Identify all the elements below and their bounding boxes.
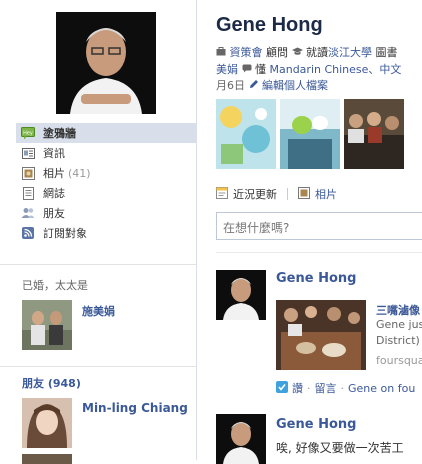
- school-prefix: 就讀: [302, 46, 328, 59]
- friends-section-title[interactable]: 朋友 (948): [22, 375, 81, 391]
- via-app-link[interactable]: Gene on fou: [348, 382, 415, 395]
- divider: [0, 264, 196, 265]
- friend-name-link[interactable]: Min-ling Chiang: [82, 401, 188, 415]
- birthday-text: 月6日: [216, 79, 245, 92]
- info-icon: [21, 146, 35, 160]
- photo-count: (41): [68, 166, 91, 180]
- like-link[interactable]: 讚: [292, 380, 303, 396]
- profile-name: Gene Hong: [216, 14, 323, 36]
- speech-bubble-icon: [242, 63, 252, 76]
- left-column: Hey 塗鴉牆 資訊 相片 (41) 網誌 朋友 訂閱對象 已婚，太太是 施美娟…: [0, 0, 196, 464]
- profile-nav: Hey 塗鴉牆 資訊 相片 (41) 網誌 朋友 訂閱對象: [16, 123, 196, 243]
- meta-dot: ·: [307, 381, 311, 395]
- friends-icon: [21, 206, 35, 220]
- foursquare-icon: [276, 380, 288, 396]
- profile-picture[interactable]: [56, 12, 156, 114]
- subscriptions-icon: [21, 226, 35, 240]
- spouse-link[interactable]: 美娟: [216, 63, 238, 76]
- story-text: 唉, 好像又要做一次苦工: [276, 441, 404, 455]
- story-author-name[interactable]: Gene Hong: [276, 271, 356, 286]
- friend-photo[interactable]: [22, 454, 72, 464]
- pencil-icon: [249, 79, 259, 92]
- checkin-description: District): [376, 334, 420, 347]
- publisher-tabs: 近況更新 相片: [216, 186, 337, 202]
- status-icon: [216, 186, 228, 202]
- graduation-cap-icon: [291, 46, 303, 59]
- nav-item-subscriptions[interactable]: 訂閱對象: [16, 223, 196, 243]
- photos-icon: [21, 166, 35, 180]
- story-meta: 讚 · 留言 · Gene on fou: [276, 380, 415, 396]
- checkin-photo[interactable]: [276, 300, 366, 370]
- work-role: 顧問: [262, 46, 292, 59]
- languages-prefix: 懂: [251, 63, 270, 76]
- column-divider: [196, 0, 197, 460]
- meta-dot: ·: [340, 381, 345, 395]
- friend-photo[interactable]: [22, 398, 72, 448]
- info-line-work: 資策會 顧問 就讀淡江大學 圖書: [216, 44, 398, 60]
- checkin-place-link[interactable]: 三嘴滷像: [376, 302, 420, 318]
- story-author-avatar[interactable]: [216, 270, 266, 320]
- checkin-description: Gene jus: [376, 318, 422, 331]
- tab-divider: [287, 188, 288, 200]
- photo-thumbnail[interactable]: [344, 99, 404, 169]
- wall-icon: Hey: [21, 126, 35, 140]
- info-line-birthday: 月6日 編輯個人檔案: [216, 77, 328, 93]
- tab-photo[interactable]: 相片: [298, 186, 337, 202]
- nav-label: 塗鴉牆: [43, 127, 76, 140]
- story-author-name[interactable]: Gene Hong: [276, 417, 356, 432]
- notes-icon: [21, 186, 35, 200]
- nav-item-notes[interactable]: 網誌: [16, 183, 196, 203]
- edit-profile-link[interactable]: 編輯個人檔案: [262, 79, 328, 92]
- photo-thumbnail[interactable]: [216, 99, 276, 169]
- photo-strip: [216, 99, 422, 169]
- nav-item-info[interactable]: 資訊: [16, 143, 196, 163]
- nav-label: 訂閱對象: [43, 227, 87, 240]
- partner-photo[interactable]: [22, 300, 72, 350]
- nav-item-photos[interactable]: 相片 (41): [16, 163, 196, 183]
- school-link[interactable]: 淡江大學: [328, 46, 372, 59]
- photo-tab-label: 相片: [315, 188, 337, 201]
- photo-icon: [298, 186, 310, 202]
- work-org-link[interactable]: 資策會: [230, 46, 263, 59]
- relationship-label: 已婚，太太是: [22, 279, 88, 292]
- nav-label: 網誌: [43, 187, 65, 200]
- tab-status-update[interactable]: 近況更新: [216, 186, 277, 202]
- comment-link[interactable]: 留言: [315, 380, 337, 396]
- nav-label: 朋友: [43, 207, 65, 220]
- svg-text:Hey: Hey: [23, 130, 33, 136]
- briefcase-icon: [216, 46, 226, 59]
- photo-thumbnail[interactable]: [280, 99, 340, 169]
- divider: [216, 252, 422, 253]
- nav-item-friends[interactable]: 朋友: [16, 203, 196, 223]
- info-line-languages: 美娟 懂 Mandarin Chinese、中文: [216, 61, 401, 77]
- status-tab-label: 近況更新: [233, 188, 277, 201]
- languages-link[interactable]: Mandarin Chinese、中文: [270, 63, 402, 76]
- checkin-source: foursqua: [376, 354, 422, 367]
- divider: [0, 366, 196, 367]
- partner-name-link[interactable]: 施美娟: [82, 303, 115, 319]
- nav-item-wall[interactable]: Hey 塗鴉牆: [16, 123, 196, 143]
- status-composer-input[interactable]: 在想什麼嗎?: [216, 212, 422, 240]
- story-author-avatar[interactable]: [216, 414, 266, 464]
- school-suffix: 圖書: [372, 46, 398, 59]
- nav-label: 資訊: [43, 147, 65, 160]
- nav-label: 相片: [43, 167, 65, 180]
